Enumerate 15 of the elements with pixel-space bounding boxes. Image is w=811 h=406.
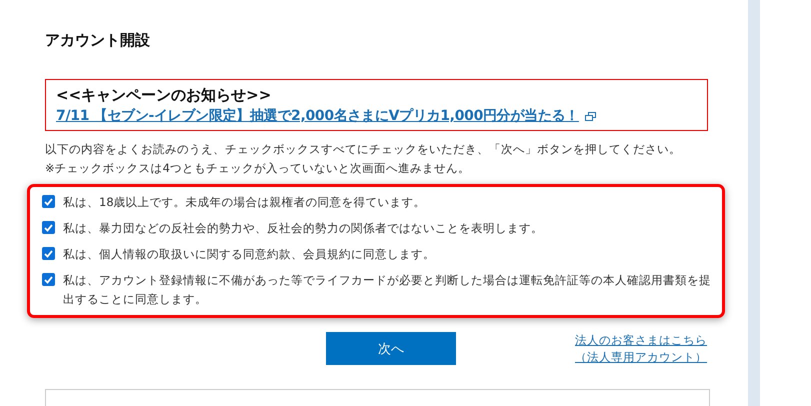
campaign-heading: <<キャンペーンのお知らせ>>	[56, 86, 272, 105]
instruction-text: 以下の内容をよくお読みのうえ、チェックボックスすべてにチェックをいただき、「次へ」ボタンを押してください。	[45, 141, 682, 158]
agreement-label: 私は、アカウント登録情報に不備があった等でライフカードが必要と判断した場合は運転免許証等の本人確認用書類を提出することに同意します。	[63, 272, 712, 308]
page-title: アカウント開設	[45, 31, 151, 50]
agreement-label: 私は、暴力団などの反社会的勢力や、反社会的勢力の関係者ではないことを表明します。	[63, 220, 543, 237]
checkbox[interactable]	[42, 221, 55, 234]
campaign-link[interactable]: 7/11 【セブン-イレブン限定】抽選で2,000名さまにVプリカ1,000円分が当たる！	[56, 107, 697, 125]
external-window-icon	[584, 112, 596, 120]
checkbox[interactable]	[42, 195, 55, 208]
instruction-text: ※チェックボックスは4つともチェックが入っていないと次画面へ進みません。	[45, 160, 471, 177]
checkbox[interactable]	[42, 247, 55, 260]
checkbox[interactable]	[42, 273, 55, 286]
agreement-label: 私は、18歳以上です。未成年の場合は親権者の同意を得ています。	[63, 194, 426, 211]
next-button[interactable]: 次へ	[326, 332, 456, 365]
agreement-label: 私は、個人情報の取扱いに関する同意約款、会員規約に同意します。	[63, 246, 435, 263]
